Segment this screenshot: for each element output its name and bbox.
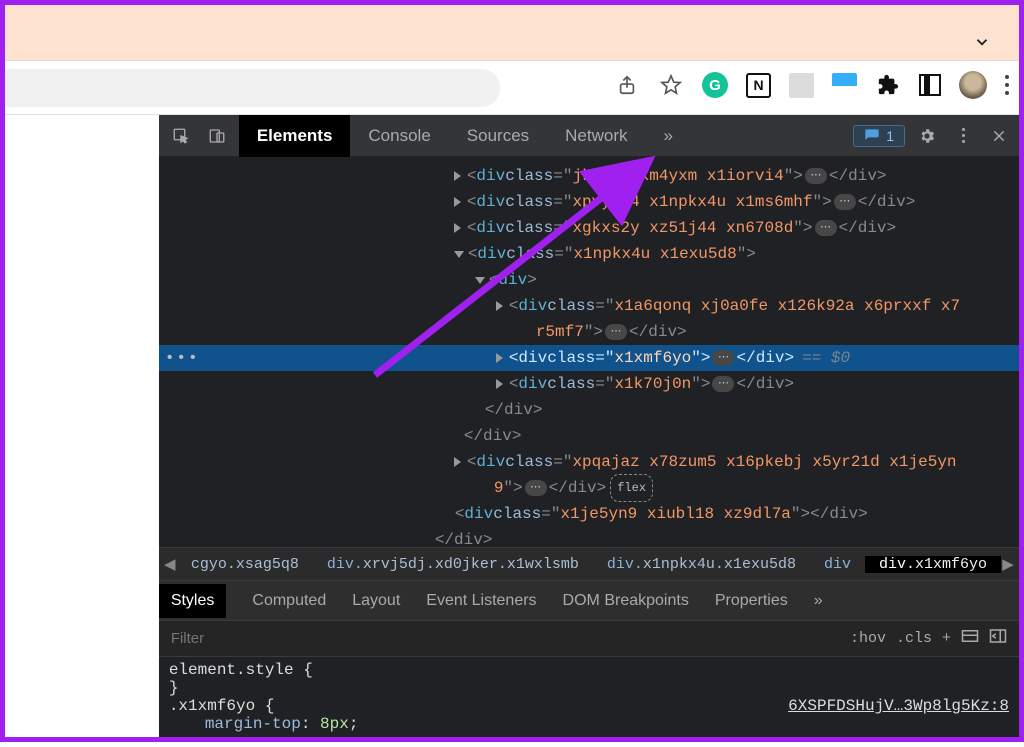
dom-line[interactable]: <div class="x1npkx4u x1exu5d8">: [159, 241, 1019, 267]
devtools-panel: Elements Console Sources Network » 1: [159, 115, 1019, 737]
styles-tab-layout[interactable]: Layout: [352, 592, 400, 610]
styles-tab-styles[interactable]: Styles: [159, 584, 227, 618]
styles-filter-row: :hov .cls +: [159, 621, 1019, 657]
tab-elements[interactable]: Elements: [239, 115, 351, 157]
crumb-3[interactable]: div: [810, 556, 865, 573]
extensions-puzzle-icon[interactable]: [875, 72, 901, 98]
computed-styles-icon[interactable]: [961, 629, 979, 648]
element-style-block: element.style {: [169, 661, 1009, 679]
styles-tab-computed[interactable]: Computed: [252, 592, 326, 610]
issues-count: 1: [886, 128, 894, 144]
crumb-0[interactable]: cgyo.xsag5q8: [177, 556, 313, 573]
notification-banner: [5, 5, 1019, 60]
tab-sources[interactable]: Sources: [449, 115, 547, 157]
dom-line[interactable]: </div>: [159, 527, 1019, 547]
extension-icon-2[interactable]: [832, 73, 857, 98]
tabs-overflow-icon[interactable]: »: [646, 115, 691, 157]
dom-line[interactable]: <div class="x1je5yn9 xiubl18 xz9dl7a"></…: [159, 501, 1019, 527]
tab-network[interactable]: Network: [547, 115, 645, 157]
devtools-header: Elements Console Sources Network » 1: [159, 115, 1019, 157]
dom-line[interactable]: <div class="xgkxs2y xz51j44 xn6708d">⋯</…: [159, 215, 1019, 241]
css-declaration[interactable]: margin-top: 8px;: [169, 715, 1009, 733]
dom-line[interactable]: <div class="x1k70j0n">⋯</div>: [159, 371, 1019, 397]
styles-panel-tabs: Styles Computed Layout Event Listeners D…: [159, 581, 1019, 621]
notion-extension-icon[interactable]: N: [746, 73, 771, 98]
rule-selector-line: .x1xmf6yo { 6XSPFDSHujV…3Wp8lg5Kz:8: [169, 697, 1009, 715]
profile-avatar[interactable]: [959, 71, 987, 99]
crumb-4[interactable]: div.x1xmf6yo: [865, 556, 1001, 573]
grammarly-extension-icon[interactable]: G: [702, 72, 728, 98]
browser-toolbar: G N: [5, 60, 1019, 115]
device-toggle-icon[interactable]: [201, 121, 233, 151]
settings-gear-icon[interactable]: [913, 122, 941, 150]
dom-line[interactable]: <div>: [159, 267, 1019, 293]
close-brace: }: [169, 679, 1009, 697]
crumb-scroll-right-icon[interactable]: ▶: [1001, 555, 1015, 574]
toggle-sidebar-icon[interactable]: [989, 628, 1007, 649]
devtools-close-icon[interactable]: [985, 122, 1013, 150]
styles-tab-eventlisteners[interactable]: Event Listeners: [426, 592, 536, 610]
hov-toggle[interactable]: :hov: [850, 630, 886, 647]
new-style-rule-icon[interactable]: +: [942, 630, 951, 647]
styles-filter-input[interactable]: [171, 630, 840, 647]
dom-line[interactable]: <div class="x1a6qonq xj0a0fe x126k92a x6…: [159, 293, 1019, 319]
page-content-pane: [5, 115, 159, 737]
omnibox[interactable]: [5, 69, 500, 107]
devtools-tabs: Elements Console Sources Network »: [239, 115, 691, 157]
devtools-more-icon[interactable]: [949, 122, 977, 150]
styles-tab-dombreakpoints[interactable]: DOM Breakpoints: [563, 592, 689, 610]
inspect-element-icon[interactable]: [165, 121, 197, 151]
styles-tabs-overflow-icon[interactable]: »: [814, 592, 823, 610]
source-link[interactable]: 6XSPFDSHujV…3Wp8lg5Kz:8: [788, 697, 1009, 715]
dom-tree[interactable]: <div class="jkxs2y xm4yxm x1iorvi4">⋯</d…: [159, 157, 1019, 547]
dom-breadcrumb[interactable]: ◀ cgyo.xsag5q8 div.xrvj5dj.xd0jker.x1wxl…: [159, 547, 1019, 581]
crumb-1[interactable]: div.xrvj5dj.xd0jker.x1wxlsmb: [313, 556, 593, 573]
chevron-down-icon[interactable]: [973, 33, 991, 56]
cls-toggle[interactable]: .cls: [896, 630, 932, 647]
dom-line[interactable]: r5mf7">⋯</div>: [159, 319, 1019, 345]
extension-icon-1[interactable]: [789, 73, 814, 98]
bookmark-star-icon[interactable]: [658, 72, 684, 98]
dom-line[interactable]: <div class="xpqajaz x78zum5 x16pkebj x5y…: [159, 449, 1019, 475]
dom-line[interactable]: <div class="jkxs2y xm4yxm x1iorvi4">⋯</d…: [159, 163, 1019, 189]
crumb-2[interactable]: div.x1npkx4u.x1exu5d8: [593, 556, 810, 573]
dom-line[interactable]: •••<div class="x1xmf6yo">⋯</div> == $0: [159, 345, 1019, 371]
side-panel-icon[interactable]: [919, 74, 941, 96]
styles-rules[interactable]: element.style { } .x1xmf6yo { 6XSPFDSHuj…: [159, 657, 1019, 737]
styles-tab-properties[interactable]: Properties: [715, 592, 788, 610]
dom-line[interactable]: </div>: [159, 423, 1019, 449]
dom-line[interactable]: <div class="xpvyfi4 x1npkx4u x1ms6mhf">⋯…: [159, 189, 1019, 215]
dom-line[interactable]: </div>: [159, 397, 1019, 423]
share-icon[interactable]: [614, 72, 640, 98]
dom-line[interactable]: 9">⋯</div>flex: [159, 475, 1019, 501]
tab-console[interactable]: Console: [350, 115, 448, 157]
issues-badge[interactable]: 1: [853, 125, 905, 147]
browser-menu-icon[interactable]: [1005, 75, 1009, 95]
crumb-scroll-left-icon[interactable]: ◀: [163, 555, 177, 574]
